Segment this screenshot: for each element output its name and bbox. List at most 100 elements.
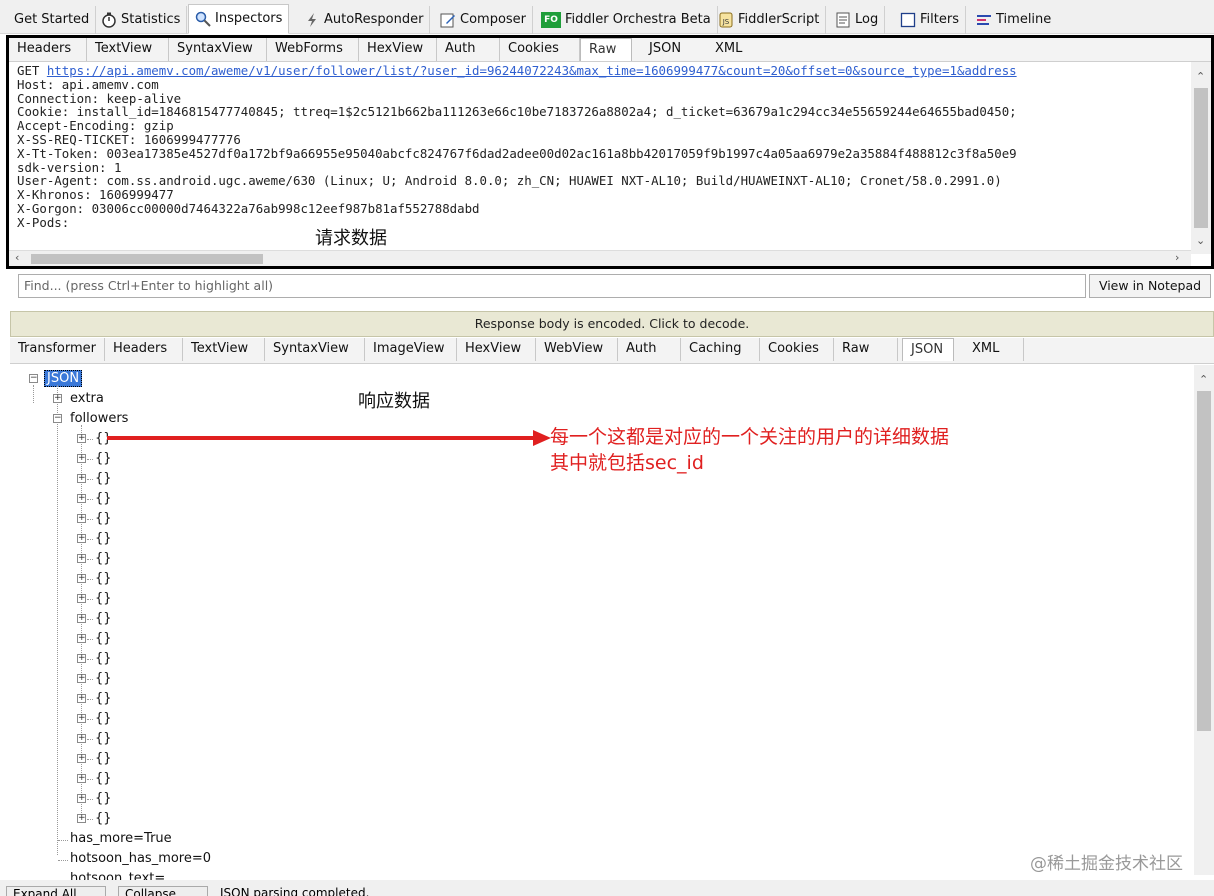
expand-icon[interactable]: + — [77, 654, 86, 663]
decode-response-bar[interactable]: Response body is encoded. Click to decod… — [10, 311, 1214, 337]
scroll-left-icon[interactable]: ‹ — [15, 251, 19, 264]
find-input[interactable]: Find... (press Ctrl+Enter to highlight a… — [18, 274, 1086, 298]
scroll-up-icon[interactable]: ⌃ — [1199, 373, 1208, 386]
expand-icon[interactable]: + — [77, 734, 86, 743]
expand-icon[interactable]: + — [77, 634, 86, 643]
res-tab-headers[interactable]: Headers — [105, 338, 183, 361]
res-tab-json[interactable]: JSON — [902, 338, 954, 361]
req-tab-webforms[interactable]: WebForms — [267, 38, 359, 61]
res-tab-xml[interactable]: XML — [964, 338, 1024, 361]
follower-item-node[interactable]: {} — [95, 669, 112, 689]
tab-get-started[interactable]: Get Started — [8, 6, 97, 34]
request-url-link[interactable]: https://api.amemv.com/aweme/v1/user/foll… — [47, 64, 1017, 78]
req-tab-raw[interactable]: Raw — [580, 38, 632, 61]
request-line: User-Agent: com.ss.android.ugc.aweme/630… — [17, 173, 1002, 189]
follower-item-node[interactable]: {} — [95, 469, 112, 489]
tree-node-has-more[interactable]: has_more=True — [70, 829, 172, 849]
follower-item-node[interactable]: {} — [95, 449, 112, 469]
json-root-node[interactable]: JSON — [44, 369, 83, 389]
collapse-icon[interactable]: − — [29, 374, 38, 383]
req-tab-hexview[interactable]: HexView — [359, 38, 437, 61]
follower-item-node[interactable]: {} — [95, 529, 112, 549]
expand-all-button[interactable]: Expand All — [6, 886, 106, 896]
res-tab-hexview[interactable]: HexView — [457, 338, 536, 361]
res-tab-transformer[interactable]: Transformer — [10, 338, 105, 361]
res-tab-auth[interactable]: Auth — [618, 338, 681, 361]
expand-icon[interactable]: + — [77, 434, 86, 443]
expand-icon[interactable]: + — [77, 554, 86, 563]
expand-icon[interactable]: + — [77, 494, 86, 503]
scroll-thumb[interactable] — [1194, 88, 1208, 228]
scroll-right-icon[interactable]: › — [1175, 251, 1179, 264]
response-vertical-scrollbar[interactable]: ⌃ — [1194, 365, 1214, 875]
req-tab-json[interactable]: JSON — [641, 38, 705, 61]
res-tab-imageview[interactable]: ImageView — [365, 338, 457, 361]
follower-item-node[interactable]: {} — [95, 649, 112, 669]
collapse-button[interactable]: Collapse — [118, 886, 208, 896]
tab-autoresponder[interactable]: AutoResponder — [298, 6, 431, 34]
tab-composer[interactable]: Composer — [434, 6, 534, 34]
request-vertical-scrollbar[interactable]: ⌃ ⌄ — [1191, 62, 1211, 254]
expand-icon[interactable]: + — [77, 614, 86, 623]
req-tab-auth[interactable]: Auth — [437, 38, 500, 61]
expand-icon[interactable]: + — [77, 514, 86, 523]
follower-item-node[interactable]: {} — [95, 709, 112, 729]
req-tab-syntaxview[interactable]: SyntaxView — [169, 38, 267, 61]
tab-fiddlerscript[interactable]: JS FiddlerScript — [712, 6, 827, 34]
follower-item-node[interactable]: {} — [95, 549, 112, 569]
res-tab-cookies[interactable]: Cookies — [760, 338, 834, 361]
expand-icon[interactable]: + — [77, 594, 86, 603]
res-tab-textview[interactable]: TextView — [183, 338, 265, 361]
scroll-up-icon[interactable]: ⌃ — [1196, 70, 1205, 83]
tab-fiddler-orchestra[interactable]: FO Fiddler Orchestra Beta — [535, 6, 718, 34]
tab-inspectors[interactable]: Inspectors — [188, 4, 290, 34]
req-tab-textview[interactable]: TextView — [87, 38, 169, 61]
expand-icon[interactable]: + — [77, 574, 86, 583]
expand-icon[interactable]: + — [77, 534, 86, 543]
expand-icon[interactable]: + — [53, 394, 62, 403]
expand-icon[interactable]: + — [77, 794, 86, 803]
expand-icon[interactable]: + — [77, 814, 86, 823]
tree-line — [87, 679, 93, 680]
view-in-notepad-button[interactable]: View in Notepad — [1089, 274, 1211, 298]
raw-request-text[interactable]: GET https://api.amemv.com/aweme/v1/user/… — [17, 64, 1189, 254]
res-tab-webview[interactable]: WebView — [536, 338, 618, 361]
tab-log[interactable]: Log — [829, 6, 886, 34]
tab-statistics[interactable]: Statistics — [95, 6, 188, 34]
follower-item-node[interactable]: {} — [95, 789, 112, 809]
expand-icon[interactable]: + — [77, 774, 86, 783]
follower-item-node[interactable]: {} — [95, 749, 112, 769]
tree-node-extra[interactable]: extra — [70, 389, 104, 409]
collapse-icon[interactable]: − — [53, 414, 62, 423]
res-tab-syntaxview[interactable]: SyntaxView — [265, 338, 365, 361]
req-tab-headers[interactable]: Headers — [9, 38, 87, 61]
follower-item-node[interactable]: {} — [95, 769, 112, 789]
scroll-thumb[interactable] — [1197, 391, 1211, 731]
tab-timeline[interactable]: Timeline — [970, 6, 1057, 34]
expand-icon[interactable]: + — [77, 674, 86, 683]
follower-item-node[interactable]: {} — [95, 809, 112, 829]
follower-item-node[interactable]: {} — [95, 689, 112, 709]
follower-item-node[interactable]: {} — [95, 729, 112, 749]
follower-item-node[interactable]: {} — [95, 489, 112, 509]
req-tab-cookies[interactable]: Cookies — [500, 38, 580, 61]
req-tab-xml[interactable]: XML — [707, 38, 759, 61]
res-tab-caching[interactable]: Caching — [681, 338, 760, 361]
scroll-thumb[interactable] — [31, 254, 263, 264]
expand-icon[interactable]: + — [77, 694, 86, 703]
expand-icon[interactable]: + — [77, 754, 86, 763]
res-tab-raw[interactable]: Raw — [834, 338, 898, 361]
expand-icon[interactable]: + — [77, 714, 86, 723]
follower-item-node[interactable]: {} — [95, 589, 112, 609]
scroll-down-icon[interactable]: ⌄ — [1196, 234, 1205, 247]
expand-icon[interactable]: + — [77, 454, 86, 463]
tree-node-hotsoon-has-more[interactable]: hotsoon_has_more=0 — [70, 849, 211, 869]
follower-item-node[interactable]: {} — [95, 509, 112, 529]
follower-item-node[interactable]: {} — [95, 609, 112, 629]
expand-icon[interactable]: + — [77, 474, 86, 483]
follower-item-node[interactable]: {} — [95, 569, 112, 589]
tree-node-followers[interactable]: followers — [70, 409, 128, 429]
follower-item-node[interactable]: {} — [95, 629, 112, 649]
tab-filters[interactable]: Filters — [894, 6, 966, 34]
request-horizontal-scrollbar[interactable]: ‹ › — [9, 250, 1191, 266]
